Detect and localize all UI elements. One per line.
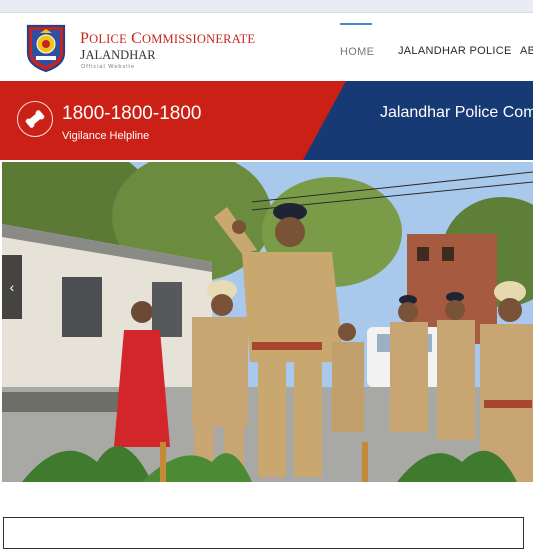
- news-ticker[interactable]: Jalandhar Police Com: [380, 104, 533, 122]
- site-title[interactable]: POLICE COMMISSIONERATE: [80, 30, 255, 48]
- nav-home[interactable]: HOME: [340, 23, 375, 79]
- site-city: JALANDHAR: [80, 48, 156, 64]
- nav-home-label: HOME: [340, 46, 375, 58]
- title-word-police: OLICE: [89, 32, 127, 46]
- helpline-label: Vigilance Helpline: [62, 130, 150, 142]
- browser-top-strip: [0, 0, 533, 13]
- title-initial-c: C: [131, 30, 142, 47]
- hero-slider[interactable]: [2, 162, 533, 482]
- site-subtitle: Official Website: [81, 64, 136, 70]
- title-word-commissionerate: OMMISSIONERATE: [142, 32, 256, 46]
- slider-prev-button[interactable]: ‹: [2, 255, 22, 319]
- city-name: ALANDHAR: [85, 48, 156, 62]
- nav-jalandhar-police-label: JALANDHAR POLICE: [398, 45, 512, 57]
- phone-icon: [17, 101, 53, 137]
- helpline-number[interactable]: 1800-1800-1800: [62, 103, 201, 125]
- helpline-banner: 1800-1800-1800 Vigilance Helpline Jaland…: [0, 81, 533, 160]
- title-initial-p: P: [80, 30, 90, 47]
- chevron-left-icon: ‹: [9, 279, 15, 295]
- content-box[interactable]: [3, 517, 524, 549]
- nav-jalandhar-police[interactable]: JALANDHAR POLICE: [398, 23, 512, 79]
- hero-image: [2, 162, 533, 482]
- nav-about[interactable]: AB: [520, 23, 533, 79]
- police-logo-icon[interactable]: [24, 23, 68, 73]
- nav-about-label: AB: [520, 45, 533, 57]
